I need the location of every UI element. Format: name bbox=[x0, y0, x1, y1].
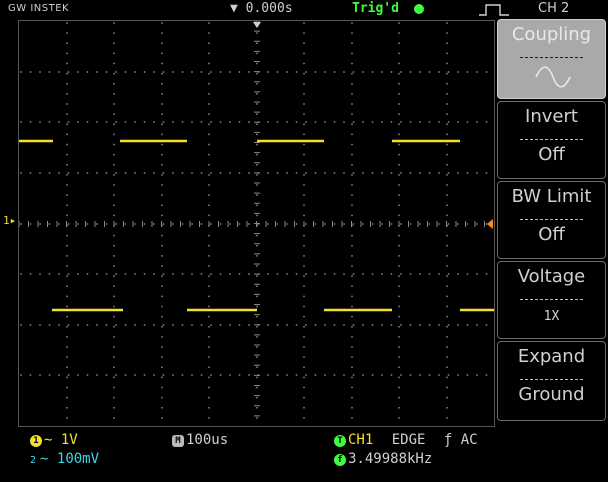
ch1-badge-icon: 1 bbox=[30, 435, 42, 447]
bottom-info-bar: 1 ∼ 1V 2 ∼ 100mV M 100us T CH1 EDGE ƒ AC f 3.… bbox=[0, 428, 608, 482]
bw-limit-value: Off bbox=[538, 224, 565, 245]
ch1-ground-marker[interactable]: 1▸ bbox=[3, 214, 16, 227]
expand-label: Expand bbox=[517, 346, 586, 367]
ch2-scale: ∼ 100mV bbox=[40, 451, 100, 467]
expand-button[interactable]: Expand Ground bbox=[497, 341, 606, 421]
bw-limit-button[interactable]: BW Limit Off bbox=[497, 181, 606, 259]
trigger-source: CH1 bbox=[348, 432, 374, 448]
trigger-slope-coupling: ƒ AC bbox=[443, 432, 478, 448]
frequency-badge-icon: f bbox=[334, 454, 346, 466]
ch1-scale: ∼ 1V bbox=[44, 432, 78, 448]
brand-logo: GW INSTEK bbox=[8, 3, 70, 14]
voltage-label: Voltage bbox=[517, 266, 586, 287]
menu-divider bbox=[520, 219, 583, 220]
trigger-type: EDGE bbox=[391, 432, 426, 448]
timebase-value: 100us bbox=[186, 432, 229, 448]
trigger-indicator-icon bbox=[414, 4, 424, 14]
expand-value: Ground bbox=[518, 384, 585, 405]
ch1-waveform bbox=[19, 139, 494, 312]
coupling-label: Coupling bbox=[511, 24, 592, 45]
trigger-status: Trig'd bbox=[352, 1, 399, 16]
invert-value: Off bbox=[538, 144, 565, 165]
ac-coupling-icon bbox=[535, 66, 571, 88]
status-bar: GW INSTEK ▼ 0.000s Trig'd CH 2 bbox=[0, 0, 608, 19]
acquire-mode-icon bbox=[479, 4, 509, 16]
side-menu: Coupling Invert Off BW Limit Off Voltage… bbox=[497, 19, 606, 429]
timebase-readout[interactable]: M 100us bbox=[172, 432, 228, 448]
frequency-value: 3.49988kHz bbox=[348, 451, 433, 467]
trigger-badge-icon: T bbox=[334, 435, 346, 447]
horizontal-position: ▼ 0.000s bbox=[230, 1, 293, 16]
waveform-display bbox=[18, 20, 495, 427]
menu-channel-label: CH 2 bbox=[538, 1, 570, 16]
invert-label: Invert bbox=[525, 106, 578, 127]
ch2-badge-icon: 2 bbox=[30, 455, 37, 466]
bw-limit-label: BW Limit bbox=[511, 186, 592, 207]
menu-divider bbox=[520, 379, 583, 380]
ch2-scale-readout[interactable]: 2 ∼ 100mV bbox=[30, 451, 99, 469]
menu-divider bbox=[520, 57, 583, 58]
coupling-button[interactable]: Coupling bbox=[497, 19, 606, 99]
frequency-readout: f 3.49988kHz bbox=[334, 451, 432, 467]
trigger-readout[interactable]: T CH1 EDGE ƒ AC bbox=[334, 432, 478, 448]
voltage-value: 1X bbox=[543, 309, 560, 324]
invert-button[interactable]: Invert Off bbox=[497, 101, 606, 179]
voltage-probe-button[interactable]: Voltage 1X bbox=[497, 261, 606, 339]
menu-divider bbox=[520, 139, 583, 140]
timebase-badge-icon: M bbox=[172, 435, 184, 447]
menu-divider bbox=[520, 299, 583, 300]
ch1-scale-readout[interactable]: 1 ∼ 1V bbox=[30, 432, 78, 448]
